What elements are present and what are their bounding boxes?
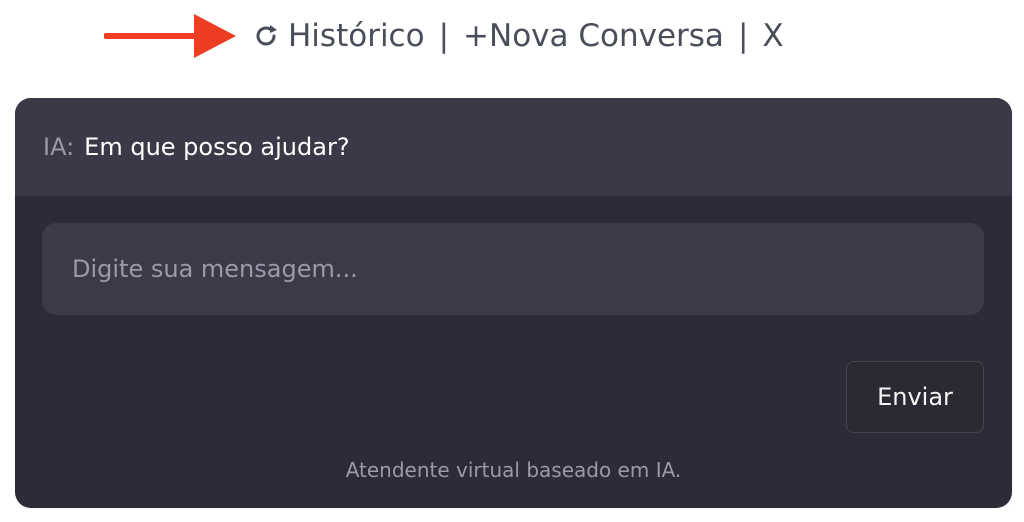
virtual-assistant-note: Atendente virtual baseado em IA. (345, 458, 682, 482)
ia-speaker-label: IA: (43, 133, 75, 161)
chat-toolbar: Histórico | +Nova Conversa | X (104, 10, 784, 62)
send-button[interactable]: Enviar (846, 361, 984, 433)
close-button[interactable]: X (762, 20, 783, 52)
new-chat-button[interactable]: +Nova Conversa (463, 20, 724, 52)
message-input[interactable] (70, 254, 956, 284)
history-label: Histórico (288, 17, 425, 54)
chat-window: IA: Em que posso ajudar? Enviar Atendent… (15, 98, 1012, 508)
refresh-icon (256, 25, 277, 46)
separator: | (438, 17, 450, 54)
arrow-right-icon (104, 14, 236, 58)
separator: | (737, 17, 749, 54)
message-input-container (42, 223, 984, 315)
history-button[interactable]: Histórico (252, 17, 425, 54)
ia-message: Em que posso ajudar? (84, 133, 350, 161)
chat-message-area: IA: Em que posso ajudar? (15, 98, 1012, 196)
page: Histórico | +Nova Conversa | X IA: Em qu… (0, 0, 1024, 522)
